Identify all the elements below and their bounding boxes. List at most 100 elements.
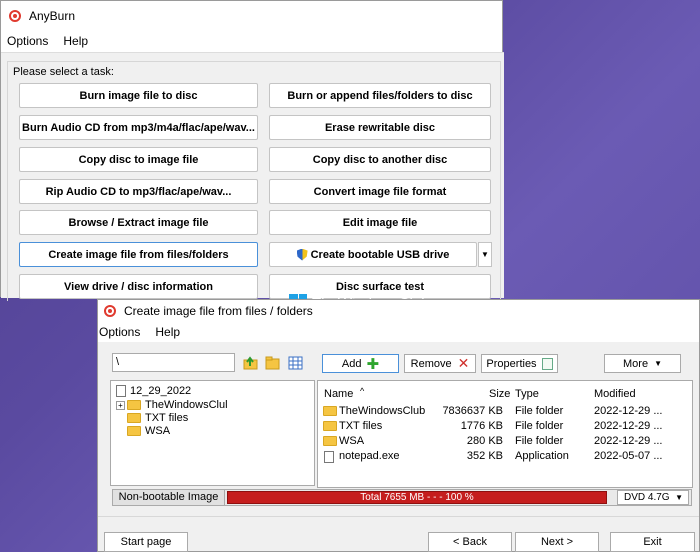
task-prompt: Please select a task: (11, 66, 116, 78)
file-name: TXT files (339, 420, 383, 432)
folder-up-icon[interactable] (243, 356, 258, 370)
create-image-titlebar: Create image file from files / folders (98, 300, 699, 322)
task-copy-disc[interactable]: Copy disc to another disc (269, 147, 491, 172)
capacity-progress-bar: Total 7655 MB - - - 100 % (227, 491, 607, 504)
file-modified: 2022-12-29 ... (594, 435, 663, 447)
chevron-down-icon[interactable]: ▼ (478, 242, 492, 267)
tree-item[interactable]: WSA (127, 424, 170, 438)
media-select[interactable]: DVD 4.7G ▼ (617, 490, 689, 505)
path-field[interactable]: \ (112, 353, 235, 372)
folder-icon (127, 400, 141, 410)
anyburn-window: AnyBurn Options Help Please select a tas… (0, 0, 504, 301)
file-type: Application (515, 450, 569, 462)
folder-icon (127, 413, 141, 423)
media-select-value: DVD 4.7G (624, 492, 670, 503)
file-size: 7836637 KB (442, 405, 503, 417)
more-button-label: More (623, 357, 649, 370)
column-size[interactable]: Size (489, 388, 510, 400)
shield-icon (296, 248, 308, 261)
more-button[interactable]: More ▼ (604, 354, 681, 373)
list-item[interactable]: notepad.exe 352 KB Application 2022-05-0… (318, 449, 692, 464)
properties-icon (541, 357, 553, 370)
menu-help[interactable]: Help (63, 34, 88, 48)
tree-item-label: TXT files (145, 412, 189, 424)
folder-tree[interactable]: 12_29_2022 + TheWindowsClul TXT files WS… (110, 380, 315, 486)
file-modified: 2022-12-29 ... (594, 405, 663, 417)
file-type: File folder (515, 420, 564, 432)
properties-button[interactable]: Properties (481, 354, 558, 373)
folder-icon (323, 406, 337, 416)
list-item[interactable]: TXT files 1776 KB File folder 2022-12-29… (318, 419, 692, 434)
task-copy-to-image[interactable]: Copy disc to image file (19, 147, 258, 172)
file-name: WSA (339, 435, 365, 447)
chevron-down-icon: ▼ (654, 359, 662, 368)
menu-options[interactable]: Options (99, 325, 140, 339)
folder-icon (323, 436, 337, 446)
remove-button-label: Remove (410, 357, 452, 370)
anyburn-disc-icon (9, 10, 21, 22)
tree-item[interactable]: + TheWindowsClul (116, 398, 228, 412)
open-folder-icon[interactable] (265, 356, 280, 370)
create-image-menubar: Options Help (98, 322, 699, 342)
task-burn-image[interactable]: Burn image file to disc (19, 83, 258, 108)
close-icon: ✕ (457, 355, 470, 371)
column-modified[interactable]: Modified (594, 388, 636, 400)
file-size: 1776 KB (460, 420, 503, 432)
file-name: notepad.exe (339, 450, 400, 462)
file-modified: 2022-12-29 ... (594, 420, 663, 432)
anyburn-menubar: Options Help (1, 31, 502, 51)
anyburn-disc-icon (104, 305, 116, 317)
task-burn-audio-cd[interactable]: Burn Audio CD from mp3/m4a/flac/ape/wav.… (19, 115, 258, 140)
list-item[interactable]: TheWindowsClub 7836637 KB File folder 20… (318, 404, 692, 419)
start-page-button[interactable]: Start page (104, 532, 188, 552)
file-type: File folder (515, 435, 564, 447)
create-image-title: Create image file from files / folders (124, 304, 313, 318)
remove-button[interactable]: Remove ✕ (404, 354, 476, 373)
chevron-down-icon: ▼ (675, 493, 683, 502)
next-button[interactable]: Next > (515, 532, 599, 552)
file-list[interactable]: Name ^ Size Type Modified TheWindowsClub… (317, 380, 693, 488)
plus-icon: ✚ (366, 355, 380, 373)
task-edit-image[interactable]: Edit image file (269, 210, 491, 235)
create-image-window: Create image file from files / folders O… (97, 299, 700, 552)
sort-up-icon: ^ (360, 386, 365, 396)
menu-options[interactable]: Options (7, 34, 48, 48)
task-browse-extract[interactable]: Browse / Extract image file (19, 210, 258, 235)
folder-icon (323, 421, 337, 431)
add-button-label: Add (341, 357, 362, 370)
add-button[interactable]: Add ✚ (322, 354, 399, 373)
file-size: 280 KB (466, 435, 503, 447)
expand-icon[interactable]: + (116, 400, 125, 410)
task-view-drive-info[interactable]: View drive / disc information (19, 274, 258, 299)
file-name: TheWindowsClub (339, 405, 426, 417)
task-burn-append[interactable]: Burn or append files/folders to disc (269, 83, 491, 108)
tree-root-label: 12_29_2022 (130, 385, 192, 397)
file-modified: 2022-05-07 ... (594, 450, 663, 462)
task-erase-disc[interactable]: Erase rewritable disc (269, 115, 491, 140)
task-rip-audio[interactable]: Rip Audio CD to mp3/flac/ape/wav... (19, 179, 258, 204)
file-icon (324, 451, 334, 463)
file-type: File folder (515, 405, 564, 417)
task-convert-image[interactable]: Convert image file format (269, 179, 491, 204)
task-create-image[interactable]: Create image file from files/folders (19, 242, 258, 267)
column-name[interactable]: Name (324, 388, 353, 400)
grid-view-icon[interactable] (288, 356, 303, 370)
anyburn-title: AnyBurn (29, 9, 76, 23)
menu-help[interactable]: Help (155, 325, 180, 339)
anyburn-titlebar: AnyBurn (1, 1, 502, 31)
task-bootable-usb[interactable]: Create bootable USB drive (269, 242, 477, 267)
list-header: Name ^ Size Type Modified (318, 381, 692, 403)
back-button[interactable]: < Back (428, 532, 512, 552)
file-size: 352 KB (466, 450, 503, 462)
exit-button[interactable]: Exit (610, 532, 695, 552)
column-type[interactable]: Type (515, 388, 539, 400)
tree-item[interactable]: TXT files (127, 411, 188, 425)
task-bootable-usb-label: Create bootable USB drive (310, 248, 450, 261)
tree-item-label: WSA (145, 425, 171, 437)
disc-image-icon (116, 385, 126, 397)
status-bar: Non-bootable Image Total 7655 MB - - - 1… (112, 489, 692, 506)
tree-item-label: TheWindowsClul (145, 399, 228, 411)
list-item[interactable]: WSA 280 KB File folder 2022-12-29 ... (318, 434, 692, 449)
properties-button-label: Properties (486, 357, 537, 370)
tree-root[interactable]: 12_29_2022 (116, 384, 191, 398)
